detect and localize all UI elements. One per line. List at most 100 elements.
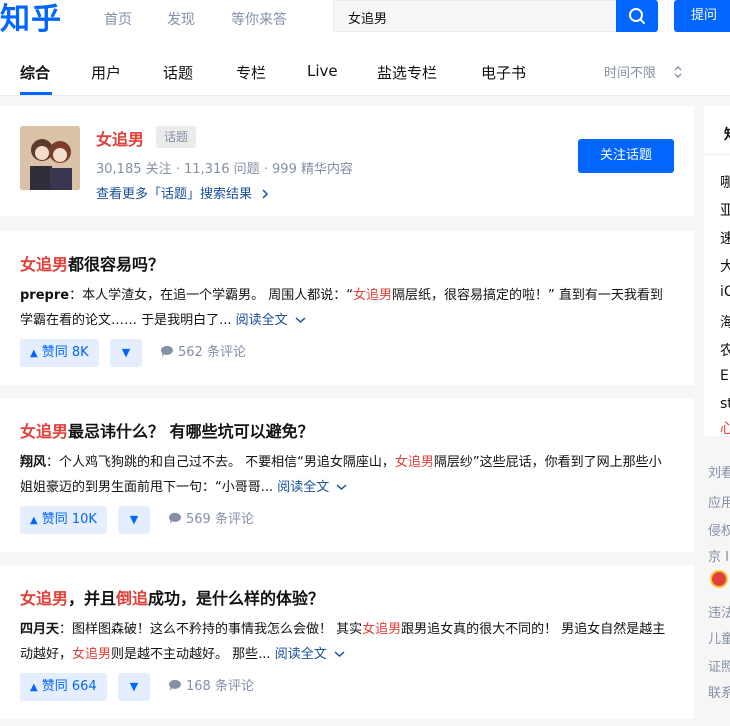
sidebar-item[interactable]: 海 xyxy=(720,312,730,332)
upvote-label: 赞同 10K xyxy=(41,512,97,527)
read-more-label: 阅读全文 xyxy=(274,647,327,662)
footer-link[interactable]: 联系 xyxy=(708,682,730,701)
ask-button[interactable]: 提问 xyxy=(674,0,730,32)
footer-link[interactable]: 刘看 xyxy=(708,462,730,481)
question-title[interactable]: 女追男，并且倒追成功，是什么样的体验？ xyxy=(20,585,324,609)
title-highlight: 倒追 xyxy=(116,589,149,608)
search-result-card: 女追男都很容易吗？ prepre：本人学渣女，在追一个学霸男。 周围人都说：“女… xyxy=(0,231,694,385)
sort-arrows-icon xyxy=(674,66,682,78)
triangle-down-icon: ▼ xyxy=(129,680,139,693)
downvote-button[interactable]: ▼ xyxy=(118,506,150,534)
sidebar-item[interactable]: El xyxy=(720,368,730,384)
nav-discover[interactable]: 发现 xyxy=(167,9,195,29)
excerpt-text: ：个人鸡飞狗跳的和自己过不去。 不要相信“男追女隔座山， xyxy=(46,455,395,470)
title-text: 成功，是什么样的体验？ xyxy=(148,589,325,608)
question-title[interactable]: 女追男最忌讳什么？ 有哪些坑可以避免？ xyxy=(20,418,314,442)
read-more-label: 阅读全文 xyxy=(235,313,288,328)
footer-link[interactable]: 证照 xyxy=(708,656,730,675)
triangle-down-icon: ▼ xyxy=(121,346,131,359)
triangle-up-icon: ▲ xyxy=(30,515,38,526)
comments-button[interactable]: 562 条评论 xyxy=(160,339,246,367)
search-button[interactable] xyxy=(616,0,658,32)
sidebar-item[interactable]: 农 xyxy=(720,340,730,360)
topic-title[interactable]: 女追男 xyxy=(96,126,144,150)
answer-excerpt[interactable]: 翔风：个人鸡飞狗跳的和自己过不去。 不要相信“男追女隔座山，女追男隔层纱”这些屁… xyxy=(20,450,674,500)
question-title[interactable]: 女追男都很容易吗？ xyxy=(20,251,164,275)
tab-all[interactable]: 综合 xyxy=(20,62,50,83)
zhihu-logo[interactable]: 知乎 xyxy=(0,0,62,38)
author-name[interactable]: 四月天 xyxy=(20,622,59,637)
footer-link[interactable]: 侵权 xyxy=(708,520,730,539)
comments-count: 562 条评论 xyxy=(178,345,246,360)
downvote-button[interactable]: ▼ xyxy=(118,673,150,701)
comments-count: 569 条评论 xyxy=(186,512,254,527)
comments-button[interactable]: 569 条评论 xyxy=(168,506,254,534)
follow-topic-button[interactable]: 关注话题 xyxy=(578,139,674,173)
topic-card: 女追男 话题 30,185 关注 · 11,316 问题 · 999 精华内容 … xyxy=(0,106,694,216)
search-result-card: 女追男，并且倒追成功，是什么样的体验？ 四月天：图样图森破！这么不矜持的事情我怎… xyxy=(0,565,694,719)
excerpt-text: ：本人学渣女，在追一个学霸男。 周围人都说：“ xyxy=(69,288,353,303)
tab-users[interactable]: 用户 xyxy=(91,62,121,83)
nav-waiting-answers[interactable]: 等你来答 xyxy=(231,9,287,29)
upvote-label: 赞同 664 xyxy=(41,679,97,694)
tab-ebooks[interactable]: 电子书 xyxy=(481,62,526,83)
triangle-down-icon: ▼ xyxy=(129,513,139,526)
time-filter-select[interactable]: 时间不限 xyxy=(604,62,684,81)
tab-live[interactable]: Live xyxy=(307,62,338,80)
top-header: 知乎 首页 发现 等你来答 女追男 提问 xyxy=(0,0,730,38)
comments-count: 168 条评论 xyxy=(186,679,254,694)
footer-link[interactable]: 违法 xyxy=(708,602,730,621)
footer-link[interactable]: 儿童 xyxy=(708,628,730,647)
footer-link[interactable]: 京 I xyxy=(708,546,730,565)
comment-icon xyxy=(168,679,181,691)
topic-stats: 30,185 关注 · 11,316 问题 · 999 精华内容 xyxy=(96,162,353,177)
more-topic-results-link[interactable]: 查看更多「话题」搜索结果 xyxy=(96,183,270,202)
upvote-label: 赞同 8K xyxy=(41,345,89,360)
read-more-link[interactable]: 阅读全文 xyxy=(236,313,306,328)
chevron-down-icon xyxy=(334,651,345,658)
excerpt-text: 则是越不主动越好。 那些... xyxy=(111,647,275,662)
title-highlight: 女追男 xyxy=(20,422,69,441)
nav-home[interactable]: 首页 xyxy=(104,9,132,29)
search-input[interactable]: 女追男 xyxy=(333,0,616,32)
comment-icon xyxy=(168,512,181,524)
answer-excerpt[interactable]: 四月天：图样图森破！这么不矜持的事情我怎么会做！ 其实女追男跟男追女真的很大不同… xyxy=(20,617,674,667)
tab-topics[interactable]: 话题 xyxy=(163,62,193,83)
upvote-button[interactable]: ▲ 赞同 8K xyxy=(20,339,99,367)
sidebar-item[interactable]: 亚 xyxy=(720,200,730,220)
chevron-down-icon xyxy=(295,317,306,324)
active-tab-indicator xyxy=(20,92,52,95)
answer-excerpt[interactable]: prepre：本人学渣女，在追一个学霸男。 周围人都说：“女追男隔层纸，很容易搞… xyxy=(20,283,674,333)
search-value: 女追男 xyxy=(348,12,388,27)
topic-type-badge: 话题 xyxy=(156,126,197,148)
excerpt-highlight: 女追男 xyxy=(72,647,112,662)
sidebar-item[interactable]: 大 xyxy=(720,256,730,276)
read-more-link[interactable]: 阅读全文 xyxy=(277,480,347,495)
sidebar-item[interactable]: st xyxy=(720,396,730,412)
sidebar-item[interactable]: iC xyxy=(720,284,730,300)
sidebar-item[interactable]: 心 xyxy=(720,418,730,436)
downvote-button[interactable]: ▼ xyxy=(110,339,142,367)
upvote-button[interactable]: ▲ 赞同 10K xyxy=(20,506,107,534)
read-more-label: 阅读全文 xyxy=(277,480,330,495)
tab-salt-columns[interactable]: 盐选专栏 xyxy=(377,62,437,83)
author-name[interactable]: prepre xyxy=(20,288,69,303)
read-more-link[interactable]: 阅读全文 xyxy=(275,647,345,662)
footer-link[interactable]: 应用 xyxy=(708,492,730,511)
tab-columns[interactable]: 专栏 xyxy=(236,62,266,83)
excerpt-highlight: 女追男 xyxy=(362,622,402,637)
sidebar-item[interactable]: 哪 xyxy=(720,172,730,192)
topic-avatar[interactable] xyxy=(20,126,80,190)
sidebar-hot-list: 知 哪 亚 速 大 iC 海 农 El st 心 xyxy=(704,106,730,436)
time-filter-label: 时间不限 xyxy=(604,66,657,81)
chevron-down-icon xyxy=(336,484,347,491)
author-name[interactable]: 翔风 xyxy=(20,455,46,470)
upvote-button[interactable]: ▲ 赞同 664 xyxy=(20,673,107,701)
triangle-up-icon: ▲ xyxy=(30,682,38,693)
title-text: 最忌讳什么？ 有哪些坑可以避免？ xyxy=(68,422,314,441)
sidebar-item[interactable]: 速 xyxy=(720,228,730,248)
more-topic-results-label: 查看更多「话题」搜索结果 xyxy=(96,187,253,202)
comments-button[interactable]: 168 条评论 xyxy=(168,673,254,701)
sidebar-title: 知 xyxy=(724,124,730,144)
title-text: 都很容易吗？ xyxy=(68,255,165,274)
